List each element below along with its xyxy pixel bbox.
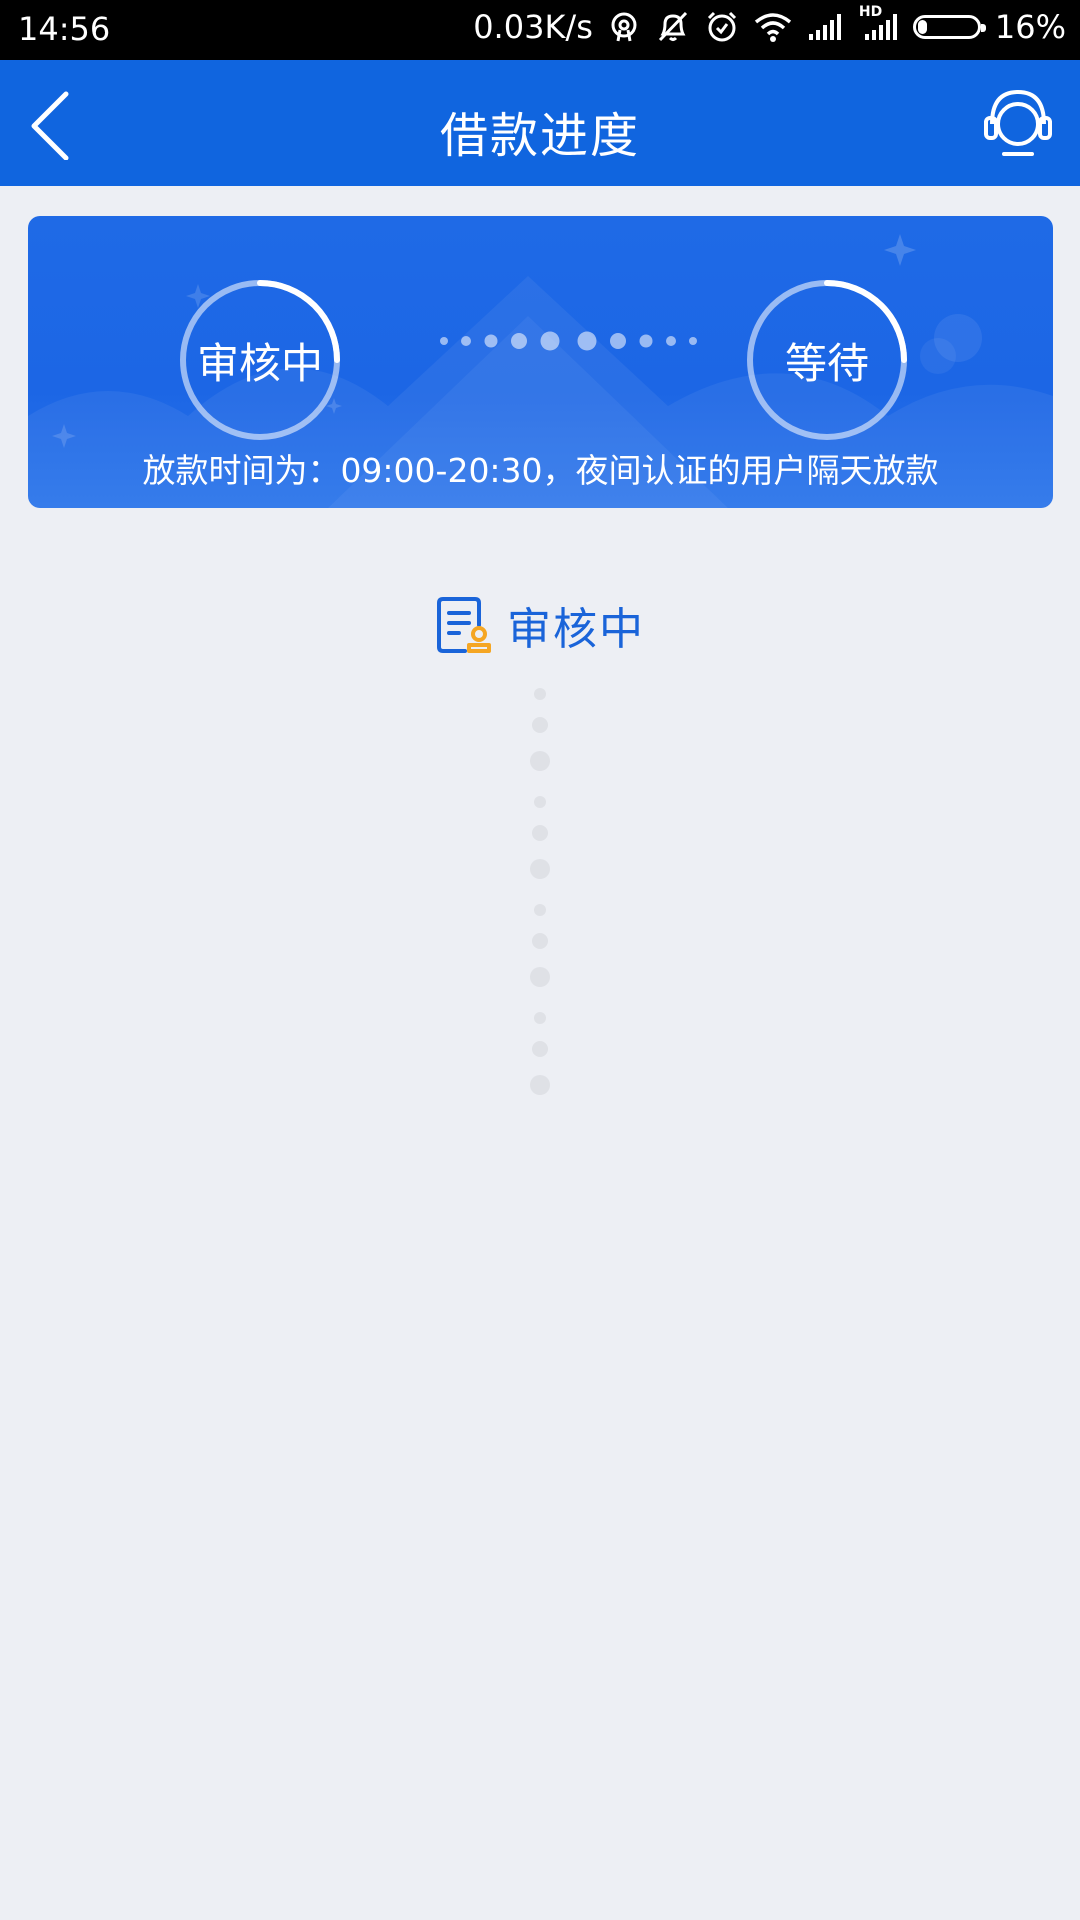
mute-icon — [655, 10, 691, 44]
hd-signal-icon: HD — [859, 4, 899, 42]
battery-icon — [912, 15, 986, 39]
signal-icon — [807, 12, 845, 42]
current-status-label: 审核中 — [507, 604, 645, 655]
alarm-icon — [705, 10, 739, 44]
current-status: 审核中 — [0, 590, 1080, 660]
status-timeline-dots — [530, 688, 550, 1095]
review-document-icon — [435, 595, 493, 655]
nav-bar: 借款进度 — [0, 60, 1080, 186]
status-icons: 0.03K/s HD 16% — [473, 4, 1066, 46]
wifi-icon — [753, 12, 793, 42]
battery-percent: 16% — [994, 8, 1066, 46]
step-waiting: 等待 — [747, 280, 907, 440]
progress-card: 审核中 等待 放款时间为：09:00-20:30，夜间认证的用户隔天放款 — [28, 216, 1053, 508]
step-reviewing: 审核中 — [180, 280, 340, 440]
status-time: 14:56 — [18, 10, 111, 48]
disbursement-time-note: 放款时间为：09:00-20:30，夜间认证的用户隔天放款 — [142, 451, 939, 490]
customer-service-button[interactable] — [982, 86, 1054, 158]
headset-icon — [984, 89, 1052, 156]
network-speed: 0.03K/s — [473, 8, 593, 46]
hotspot-icon — [607, 10, 641, 44]
hd-label: HD — [858, 4, 883, 20]
status-bar: 14:56 0.03K/s HD 16% — [0, 0, 1080, 60]
page-title: 借款进度 — [439, 108, 640, 164]
progress-dots — [440, 331, 697, 351]
